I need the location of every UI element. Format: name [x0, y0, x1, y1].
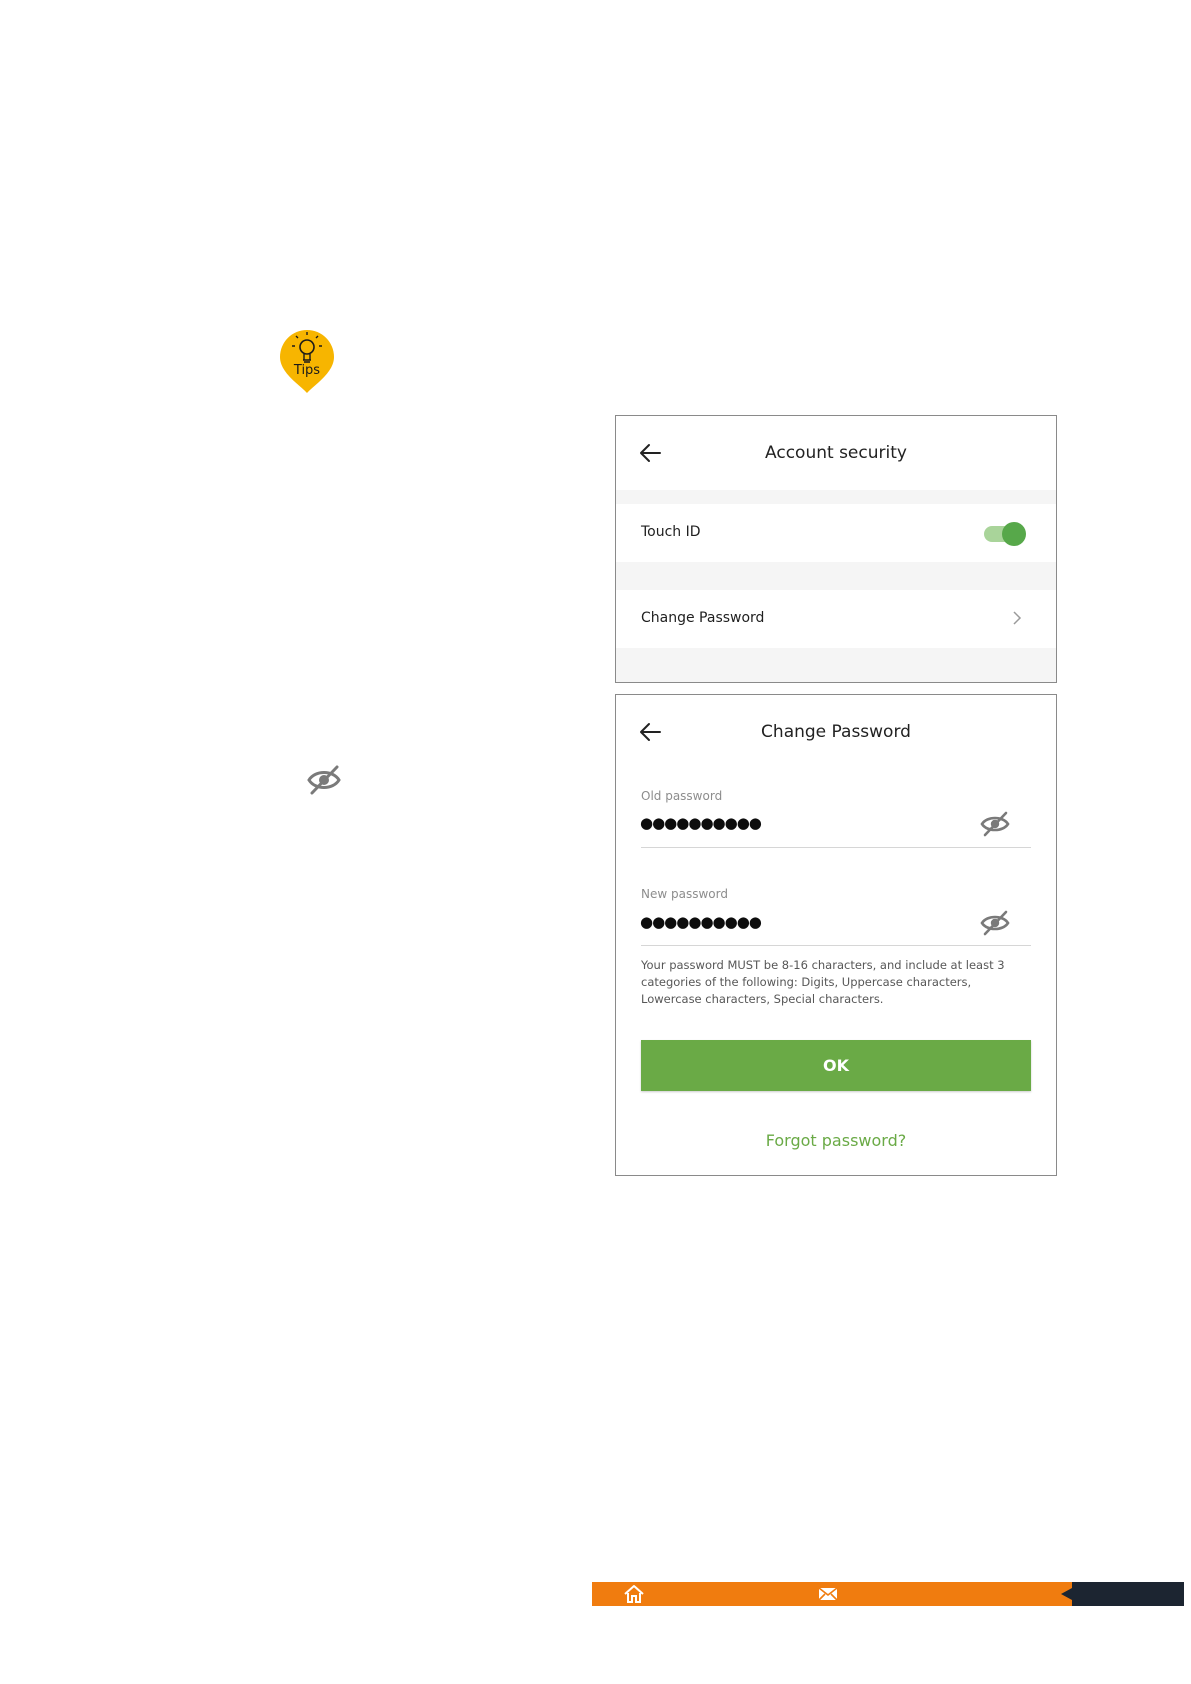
change-password-header: Change Password — [616, 695, 1056, 769]
mail-icon[interactable] — [817, 1584, 839, 1604]
change-password-label: Change Password — [641, 610, 765, 626]
new-password-label: New password — [641, 887, 728, 901]
old-password-field[interactable]: ●●●●●●●●●● — [640, 813, 762, 833]
field-underline — [641, 847, 1031, 848]
account-security-header: Account security — [616, 416, 1056, 490]
old-password-label: Old password — [641, 789, 723, 803]
change-password-screen: Change Password Old password ●●●●●●●●●● … — [615, 694, 1057, 1176]
page-title: Account security — [765, 443, 907, 463]
tips-badge: Tips — [278, 327, 336, 395]
ok-button[interactable]: OK — [641, 1040, 1031, 1091]
lightbulb-icon — [280, 330, 334, 393]
divider — [616, 648, 1056, 682]
divider — [616, 562, 1056, 590]
password-requirements-text: Your password MUST be 8-16 characters, a… — [641, 958, 1005, 1006]
account-security-screen: Account security Touch ID Change Passwor… — [615, 415, 1057, 683]
touch-id-row: Touch ID — [616, 504, 1056, 562]
page-title: Change Password — [761, 722, 911, 742]
eye-off-icon — [306, 764, 342, 796]
touch-id-label: Touch ID — [641, 524, 701, 540]
tips-label: Tips — [293, 363, 321, 378]
footer-dark-segment — [1072, 1582, 1184, 1606]
chevron-right-icon — [1013, 611, 1022, 625]
new-password-field[interactable]: ●●●●●●●●●● — [640, 912, 762, 932]
field-underline — [641, 945, 1031, 946]
forgot-password-link[interactable]: Forgot password? — [616, 1131, 1056, 1150]
touch-id-toggle[interactable] — [984, 522, 1026, 546]
divider — [616, 490, 1056, 504]
footer-divider-notch — [1061, 1588, 1072, 1600]
eye-off-icon[interactable] — [980, 811, 1010, 837]
home-icon[interactable] — [623, 1584, 645, 1604]
change-password-row[interactable]: Change Password — [616, 590, 1056, 648]
eye-off-icon[interactable] — [980, 910, 1010, 936]
toggle-knob — [1002, 522, 1026, 546]
footer-bar — [592, 1582, 1072, 1606]
